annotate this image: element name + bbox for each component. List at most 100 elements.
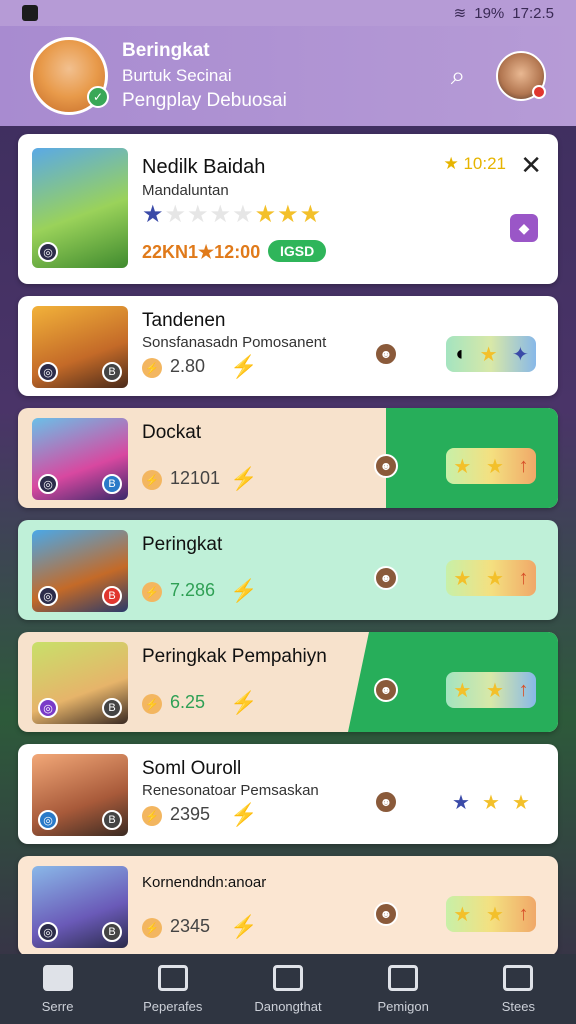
achievement-badges[interactable]: ★ ★ ↑ bbox=[446, 448, 536, 484]
rank-badge-icon: B bbox=[102, 586, 122, 606]
row-title: Tandenen bbox=[142, 310, 226, 331]
star-icon: ★ bbox=[485, 679, 504, 702]
boost-icon: ⚡ bbox=[230, 354, 258, 379]
star-icon: ★ bbox=[453, 567, 472, 590]
level-badge-icon: ◎ bbox=[38, 810, 58, 830]
marker-icon: ◖ bbox=[453, 342, 466, 365]
row-subtitle: Renesonatoar Pemsaskan bbox=[142, 782, 319, 799]
nav-label: Pemigon bbox=[377, 998, 429, 1014]
star-icon: ★ bbox=[453, 679, 472, 702]
featured-score: 22KN1★12:00 bbox=[142, 242, 261, 262]
coin-icon: ⚡ bbox=[142, 470, 162, 490]
rank-badge-icon: B bbox=[102, 922, 122, 942]
online-badge-icon: ✓ bbox=[87, 86, 109, 108]
nav-label: Peperafes bbox=[143, 998, 203, 1014]
row-title: Peringkat bbox=[142, 534, 223, 555]
row-thumbnail: ◎ B bbox=[32, 306, 128, 388]
row-thumbnail: ◎ B bbox=[32, 530, 128, 612]
list-item[interactable]: ◎ B Peringkak Pempahiyn ⚡ 6.25 ⚡ ☻ ★ ★ ↑ bbox=[18, 632, 558, 732]
featured-rating: ★ 10:21 bbox=[443, 154, 506, 173]
row-title: Soml Ouroll bbox=[142, 758, 242, 779]
nav-label: Danongthat bbox=[254, 998, 322, 1014]
achievement-badges[interactable]: ★ ★ ↑ bbox=[446, 560, 536, 596]
achievement-badges[interactable]: ◖ ★ ✦ bbox=[446, 336, 536, 372]
nav-label: Serre bbox=[41, 998, 74, 1014]
tag-icon[interactable]: ◆ bbox=[510, 214, 538, 242]
tasks-icon bbox=[157, 964, 188, 991]
person-icon: ☻ bbox=[374, 342, 398, 366]
coin-icon: ⚡ bbox=[142, 918, 162, 938]
nav-settings[interactable]: Stees bbox=[463, 964, 573, 1014]
notification-dot bbox=[532, 85, 546, 99]
star-icon: ✦ bbox=[512, 343, 529, 366]
list-item[interactable]: ◎ B Soml Ouroll Renesonatoar Pemsaskan ⚡… bbox=[18, 744, 558, 844]
achievement-badges[interactable]: ★ ★ ↑ bbox=[446, 896, 536, 932]
nav-home[interactable]: Serre bbox=[3, 964, 113, 1014]
level-badge-icon: ◎ bbox=[38, 922, 58, 942]
person-icon: ☻ bbox=[374, 454, 398, 478]
profile-avatar[interactable] bbox=[496, 51, 546, 101]
boost-icon: ⚡ bbox=[230, 914, 258, 939]
list-item[interactable]: ◎ B Dockat ⚡ 12101 ⚡ ☻ ★ ★ ↑ bbox=[18, 408, 558, 508]
battery-text: 19% bbox=[474, 4, 505, 22]
flag-icon: ↑ bbox=[518, 678, 529, 701]
level-badge-icon: ◎ bbox=[38, 586, 58, 606]
app-header: ✓ Beringkat Burtuk Secinai Pengplay Debu… bbox=[0, 26, 576, 126]
star-icon: ★ bbox=[142, 201, 165, 228]
row-points: 6.25 bbox=[170, 692, 206, 712]
star-icon: ★ bbox=[479, 343, 498, 366]
person-icon: ☻ bbox=[374, 678, 398, 702]
rank-badge-icon: B bbox=[102, 698, 122, 718]
settings-icon bbox=[503, 964, 534, 991]
rank-badge-icon: B bbox=[102, 362, 122, 382]
list-item[interactable]: ◎ B Tandenen Sonsfanasadn Pomosanent ⚡ 2… bbox=[18, 296, 558, 396]
coin-icon: ⚡ bbox=[142, 806, 162, 826]
header-text: Beringkat Burtuk Secinai Pengplay Debuos… bbox=[122, 40, 440, 112]
star-icon: ★ bbox=[485, 903, 504, 926]
wifi-icon: ≋ bbox=[453, 5, 467, 22]
flag-icon: ↑ bbox=[518, 454, 529, 477]
notification-icon bbox=[22, 5, 38, 21]
search-icon[interactable]: ⌕ bbox=[440, 58, 476, 94]
list-item[interactable]: ◎ B Kornendndn:anoar ⚡ 2345 ⚡ ☻ ★ ★ ↑ bbox=[18, 856, 558, 956]
row-points: 2395 bbox=[170, 804, 211, 824]
featured-stars: ★★★★★★★★ bbox=[142, 200, 322, 229]
row-points: 12101 bbox=[170, 468, 221, 488]
row-thumbnail: ◎ B bbox=[32, 418, 128, 500]
star-icon: ★ bbox=[452, 791, 470, 814]
featured-thumbnail: ◎ bbox=[32, 148, 128, 268]
boost-icon: ⚡ bbox=[230, 690, 258, 715]
rank-badge-icon: B bbox=[102, 474, 122, 494]
star-icon: ★ bbox=[482, 791, 500, 814]
list-item[interactable]: ◎ B Peringkat ⚡ 7.286 ⚡ ☻ ★ ★ ↑ bbox=[18, 520, 558, 620]
nav-media[interactable]: Pemigon bbox=[348, 964, 458, 1014]
row-points: 7.286 bbox=[170, 580, 216, 600]
coin-icon: ⚡ bbox=[142, 694, 162, 714]
level-badge-icon: ◎ bbox=[38, 474, 58, 494]
featured-subtitle: Mandaluntan bbox=[142, 182, 229, 199]
achievement-badges[interactable]: ★ ★ ★ bbox=[446, 784, 536, 820]
star-icon: ★ bbox=[453, 455, 472, 478]
featured-pill: IGSD bbox=[268, 240, 327, 262]
boost-icon: ⚡ bbox=[230, 802, 258, 827]
media-icon bbox=[388, 964, 419, 991]
header-title: Beringkat bbox=[122, 40, 210, 61]
featured-rating-value: 10:21 bbox=[463, 154, 506, 173]
row-title: Peringkak Pempahiyn bbox=[142, 646, 327, 667]
row-thumbnail: ◎ B bbox=[32, 642, 128, 724]
star-icon: ★★★ bbox=[254, 201, 323, 228]
flag-icon: ↑ bbox=[518, 566, 529, 589]
person-icon: ☻ bbox=[374, 790, 398, 814]
achievement-badges[interactable]: ★ ★ ↑ bbox=[446, 672, 536, 708]
coin-icon: ⚡ bbox=[142, 582, 162, 602]
close-icon[interactable]: ✕ bbox=[520, 150, 542, 181]
star-icon: ★ bbox=[453, 903, 472, 926]
featured-card[interactable]: ◎ Nedilk Baidah Mandaluntan ★★★★★★★★ 22K… bbox=[18, 134, 558, 284]
nav-tasks[interactable]: Peperafes bbox=[118, 964, 228, 1014]
status-bar: ≋ 19% 17:2.5 bbox=[0, 0, 576, 26]
row-subtitle: Sonsfanasadn Pomosanent bbox=[142, 334, 327, 351]
coin-icon: ⚡ bbox=[142, 358, 162, 378]
nav-stats[interactable]: Danongthat bbox=[233, 964, 343, 1014]
user-avatar[interactable]: ✓ bbox=[30, 37, 109, 115]
level-badge-icon: ◎ bbox=[38, 362, 58, 382]
